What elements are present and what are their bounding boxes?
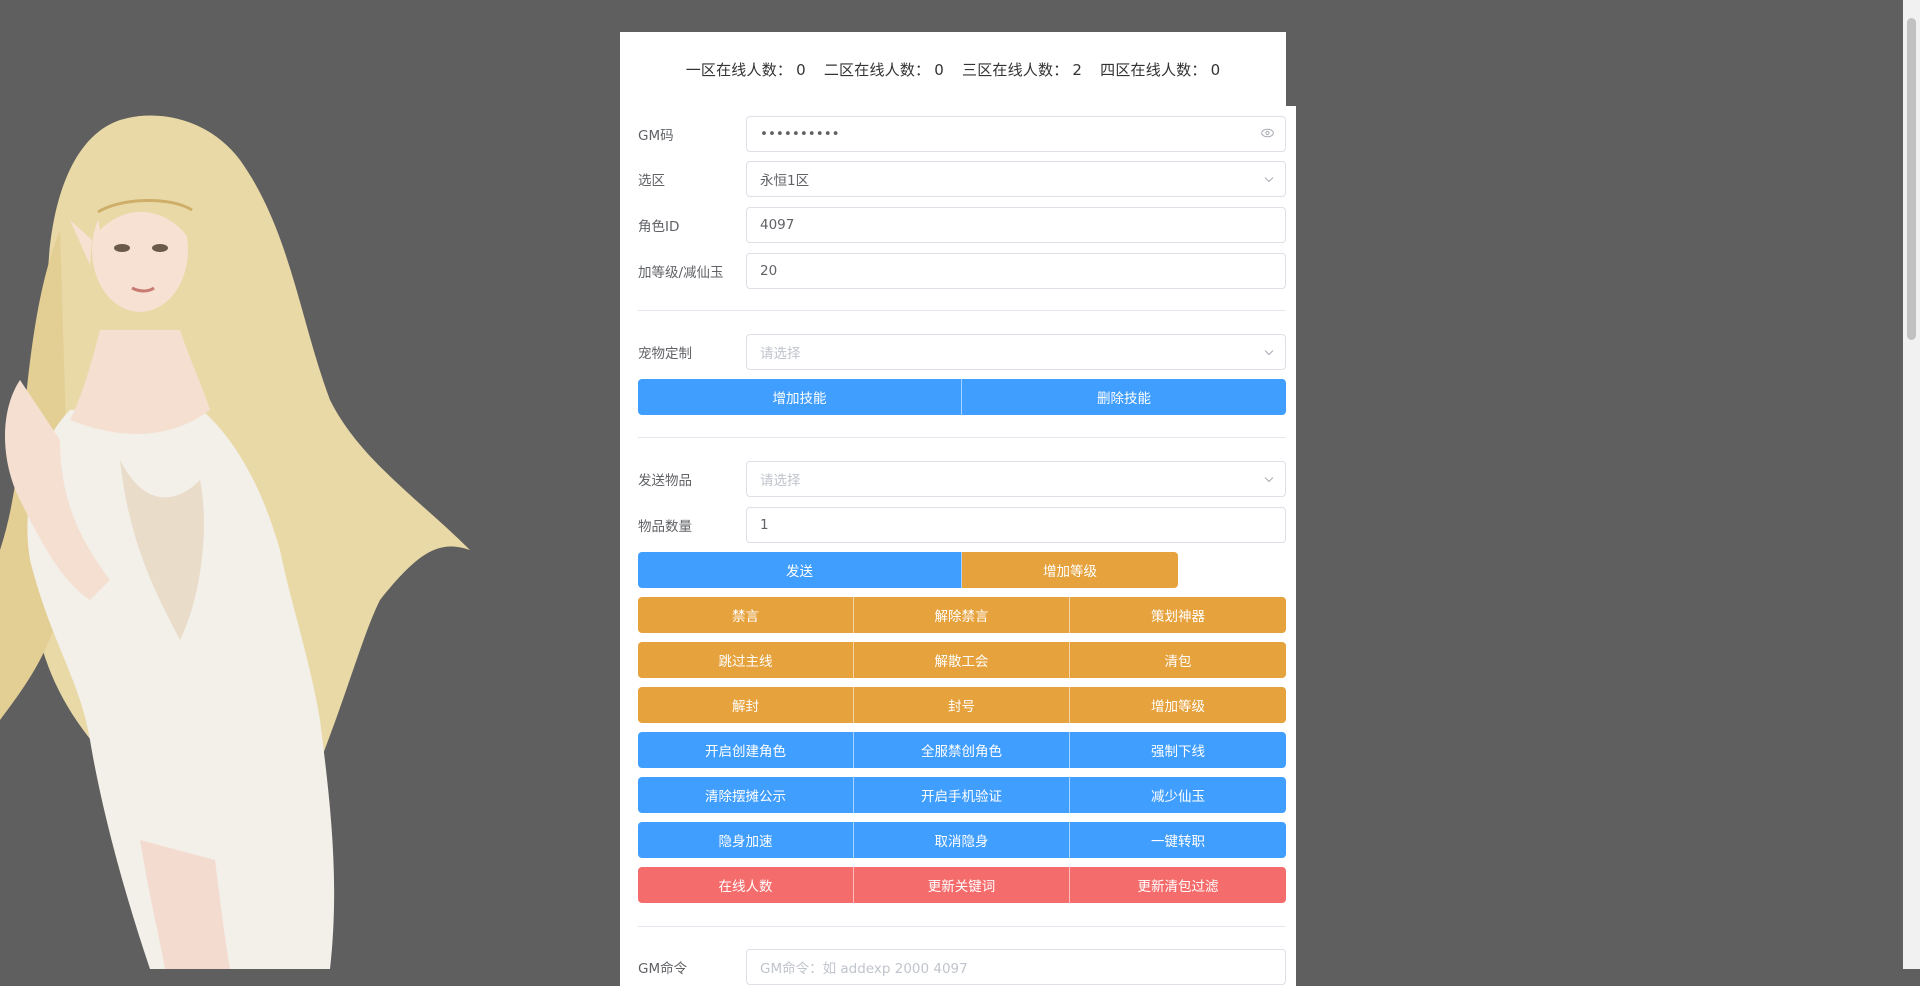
gm-code-label: GM码 [638,128,674,144]
skip-main-quest-button[interactable]: 跳过主线 [638,642,854,678]
pet-custom-placeholder: 请选择 [760,346,801,362]
zone-label: 选区 [638,173,665,189]
update-keywords-button[interactable]: 更新关键词 [854,867,1070,903]
gm-command-label: GM命令 [638,961,688,977]
gm-command-row: GM命令 GM命令：如 addexp 2000 4097 [638,949,1286,985]
dissolve-guild-button[interactable]: 解散工会 [854,642,1070,678]
planner-artifact-button[interactable]: 策划神器 [1070,597,1286,633]
role-id-row: 角色ID 4097 [638,207,1286,243]
chevron-down-icon [1264,474,1274,485]
disable-create-role-button[interactable]: 全服禁创角色 [854,732,1070,768]
eye-icon[interactable] [1261,128,1274,140]
reduce-jade-button[interactable]: 减少仙玉 [1070,777,1286,813]
role-id-label: 角色ID [638,219,680,235]
action-row-6: 隐身加速 取消隐身 一键转职 [638,822,1286,858]
action-row-7: 在线人数 更新关键词 更新清包过滤 [638,867,1286,903]
gm-command-placeholder: GM命令：如 addexp 2000 4097 [760,961,968,977]
page-scrollbar[interactable] [1903,0,1920,969]
pet-custom-select[interactable]: 请选择 [746,334,1286,370]
one-click-class-change-button[interactable]: 一键转职 [1070,822,1286,858]
level-add-row: 加等级/减仙玉 20 [638,253,1286,289]
zone3-online-stat: 三区在线人数： 2 [962,60,1083,79]
pet-custom-label: 宠物定制 [638,346,692,362]
send-item-placeholder: 请选择 [760,473,801,489]
chevron-down-icon [1264,347,1274,358]
zone-selected-value: 永恒1区 [760,173,810,189]
online-count-button[interactable]: 在线人数 [638,867,854,903]
item-qty-value: 1 [760,517,769,533]
section-divider [638,310,1286,311]
character-illustration [0,115,470,969]
role-id-input[interactable]: 4097 [746,207,1286,243]
role-id-value: 4097 [760,217,795,233]
clear-stall-notice-button[interactable]: 清除摆摊公示 [638,777,854,813]
add-level-button[interactable]: 增加等级 [962,552,1178,588]
send-item-row: 发送物品 请选择 [638,461,1286,497]
add-skill-button[interactable]: 增加技能 [638,379,962,415]
pet-custom-row: 宠物定制 请选择 [638,334,1286,370]
level-add-label: 加等级/减仙玉 [638,265,724,281]
chevron-down-icon [1264,174,1274,185]
add-level-button-2[interactable]: 增加等级 [1070,687,1286,723]
action-row-5: 清除摆摊公示 开启手机验证 减少仙玉 [638,777,1286,813]
zone-select[interactable]: 永恒1区 [746,161,1286,197]
gm-panel: GM码 •••••••••• 选区 永恒1区 角色ID 4097 加等级/减仙玉… [620,106,1296,986]
delete-skill-button[interactable]: 删除技能 [962,379,1286,415]
action-row-3: 解封 封号 增加等级 [638,687,1286,723]
action-row-2: 跳过主线 解散工会 清包 [638,642,1286,678]
send-item-label: 发送物品 [638,473,692,489]
zone4-online-stat: 四区在线人数： 0 [1100,60,1221,79]
item-qty-row: 物品数量 1 [638,507,1286,543]
level-add-value: 20 [760,263,778,279]
update-bag-filter-button[interactable]: 更新清包过滤 [1070,867,1286,903]
pet-skill-buttons: 增加技能 删除技能 [638,379,1286,415]
enable-phone-verify-button[interactable]: 开启手机验证 [854,777,1070,813]
unban-button[interactable]: 解封 [638,687,854,723]
cancel-stealth-button[interactable]: 取消隐身 [854,822,1070,858]
section-divider [638,926,1286,927]
send-button[interactable]: 发送 [638,552,962,588]
gm-code-row: GM码 •••••••••• [638,116,1286,152]
action-row-4: 开启创建角色 全服禁创角色 强制下线 [638,732,1286,768]
send-item-select[interactable]: 请选择 [746,461,1286,497]
zone2-online-stat: 二区在线人数： 0 [823,60,944,79]
level-add-input[interactable]: 20 [746,253,1286,289]
action-row-1: 禁言 解除禁言 策划神器 [638,597,1286,633]
online-stats-bar: 一区在线人数： 0 二区在线人数： 0 三区在线人数： 2 四区在线人数： 0 [620,32,1286,106]
item-qty-label: 物品数量 [638,519,692,535]
section-divider [638,437,1286,438]
unmute-button[interactable]: 解除禁言 [854,597,1070,633]
zone1-online-stat: 一区在线人数： 0 [685,60,806,79]
zone-row: 选区 永恒1区 [638,161,1286,197]
clear-bag-button[interactable]: 清包 [1070,642,1286,678]
send-buttons: 发送 增加等级 [638,552,1178,588]
force-logout-button[interactable]: 强制下线 [1070,732,1286,768]
enable-create-role-button[interactable]: 开启创建角色 [638,732,854,768]
item-qty-input[interactable]: 1 [746,507,1286,543]
scrollbar-thumb[interactable] [1907,18,1916,340]
gm-command-input[interactable]: GM命令：如 addexp 2000 4097 [746,949,1286,985]
gm-code-value: •••••••••• [760,126,840,142]
ban-account-button[interactable]: 封号 [854,687,1070,723]
stealth-speed-button[interactable]: 隐身加速 [638,822,854,858]
gm-code-input[interactable]: •••••••••• [746,116,1286,152]
mute-button[interactable]: 禁言 [638,597,854,633]
